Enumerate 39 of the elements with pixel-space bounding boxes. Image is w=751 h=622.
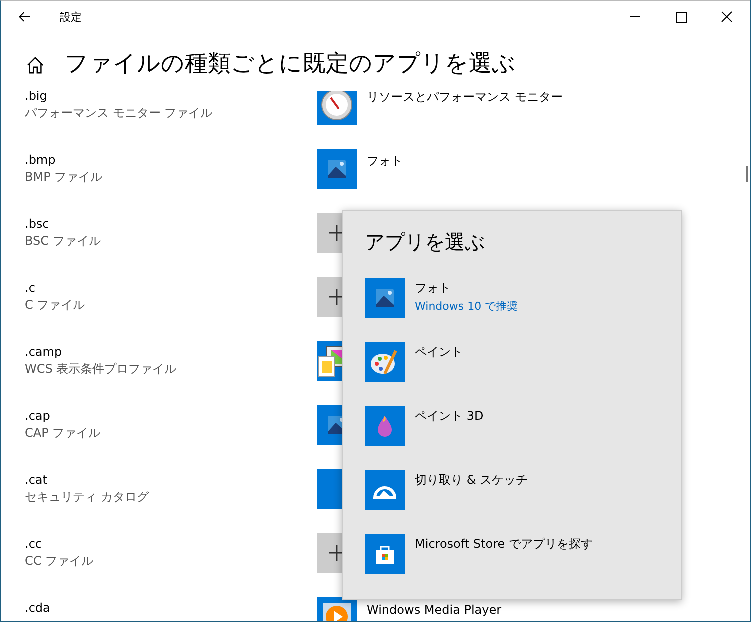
file-type-description: CC ファイル (25, 553, 95, 570)
recommended-note: Windows 10 で推奨 (415, 299, 518, 314)
file-type-description: BSC ファイル (25, 233, 102, 250)
default-app-name[interactable]: リソースとパフォーマンス モニター (367, 91, 750, 106)
file-extension: .c (25, 280, 36, 296)
file-extension: .bsc (25, 216, 50, 232)
back-arrow-icon[interactable] (18, 10, 32, 24)
app-option[interactable]: フォト (415, 280, 518, 297)
photo-app-icon (317, 149, 357, 189)
file-type-description: BMP ファイル (25, 169, 104, 186)
app-picker-title: アプリを選ぶ (365, 229, 486, 256)
file-extension: .bmp (25, 152, 57, 168)
app-option[interactable]: Microsoft Store でアプリを探す (415, 536, 593, 553)
file-type-description: C ファイル (25, 297, 86, 314)
app-option[interactable]: ペイント 3D (415, 408, 484, 425)
file-extension: .cat (25, 472, 48, 488)
window-title: 設定 (60, 10, 82, 24)
scrollbar-thumb[interactable] (746, 166, 748, 182)
palette-icon (365, 342, 405, 382)
photo-app-icon (365, 278, 405, 318)
gauge-icon (317, 91, 357, 125)
home-icon[interactable] (26, 56, 45, 74)
file-type-description: WCS 表示条件プロファイル (25, 361, 178, 378)
app-option[interactable]: ペイント (415, 344, 463, 361)
file-type-description: CAP ファイル (25, 425, 102, 442)
file-extension: .cc (25, 536, 44, 552)
file-extension: .camp (25, 344, 64, 360)
file-extension: .cap (25, 408, 52, 424)
file-extension: .cda (25, 600, 52, 616)
page-title: ファイルの種類ごとに既定のアプリを選ぶ (65, 50, 516, 78)
default-app-name[interactable]: Windows Media Player (367, 597, 750, 617)
file-type-description: パフォーマンス モニター ファイル (25, 105, 214, 122)
file-type-description: セキュリティ カタログ (25, 489, 150, 506)
default-app-name[interactable]: フォト (367, 149, 750, 170)
app-option[interactable]: 切り取り & スケッチ (415, 472, 528, 489)
snip-icon (365, 470, 405, 510)
store-icon (365, 534, 405, 574)
file-extension: .big (25, 91, 48, 104)
drop-icon (365, 406, 405, 446)
